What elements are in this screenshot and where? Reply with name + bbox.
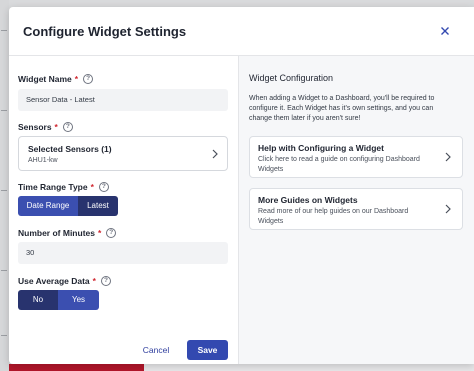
required-mark: * bbox=[90, 182, 94, 192]
number-of-minutes-label: Number of Minutes *? bbox=[18, 228, 117, 238]
time-range-type-label-text: Time Range Type bbox=[18, 182, 88, 192]
guide-title: Help with Configuring a Widget bbox=[258, 143, 384, 153]
sensors-label: Sensors *? bbox=[18, 122, 73, 132]
latest-option[interactable]: Latest bbox=[78, 196, 118, 216]
required-mark: * bbox=[74, 74, 79, 84]
guide-description: Read more of our help guides on our Dash… bbox=[258, 208, 409, 225]
selected-sensor-name: AHU1-kw bbox=[28, 157, 58, 164]
help-icon[interactable]: ? bbox=[98, 182, 109, 192]
axis-tick bbox=[1, 190, 7, 191]
settings-form: Widget Name *? Sensor Data - Latest Senso… bbox=[9, 56, 237, 364]
axis-tick bbox=[1, 110, 7, 111]
time-range-type-toggle: Date Range Latest bbox=[18, 196, 118, 216]
modal-title: Configure Widget Settings bbox=[23, 24, 187, 39]
guide-card-configuring-widget[interactable]: Help with Configuring a Widget Click her… bbox=[249, 136, 463, 178]
widget-configuration-panel: Widget Configuration When adding a Widge… bbox=[238, 56, 474, 364]
time-range-type-label: Time Range Type *? bbox=[18, 182, 109, 192]
selected-sensors-title: Selected Sensors (1) bbox=[28, 144, 112, 154]
sensors-label-text: Sensors bbox=[18, 122, 52, 132]
panel-title: Widget Configuration bbox=[249, 73, 334, 83]
chevron-right-icon bbox=[445, 204, 451, 214]
background-dashboard-strip bbox=[144, 364, 474, 371]
selected-sensors-card[interactable]: Selected Sensors (1) AHU1-kw bbox=[18, 136, 228, 171]
widget-name-label: Widget Name *? bbox=[18, 74, 94, 84]
panel-description: When adding a Widget to a Dashboard, you… bbox=[249, 95, 435, 122]
modal-header: Configure Widget Settings bbox=[9, 7, 474, 56]
axis-tick bbox=[1, 335, 7, 336]
axis-tick bbox=[1, 270, 7, 271]
help-icon[interactable]: ? bbox=[62, 122, 73, 132]
use-average-data-toggle: No Yes bbox=[18, 290, 99, 310]
chevron-right-icon bbox=[445, 152, 451, 162]
background-chart-bar bbox=[9, 364, 144, 371]
number-of-minutes-label-text: Number of Minutes bbox=[18, 228, 95, 238]
number-of-minutes-input[interactable]: 30 bbox=[18, 242, 228, 264]
widget-name-input[interactable]: Sensor Data - Latest bbox=[18, 89, 228, 111]
date-range-option[interactable]: Date Range bbox=[18, 196, 78, 216]
background-dashboard-edge bbox=[0, 0, 9, 371]
axis-tick bbox=[1, 30, 7, 31]
guide-card-more-guides[interactable]: More Guides on Widgets Read more of our … bbox=[249, 188, 463, 230]
required-mark: * bbox=[97, 228, 102, 238]
help-icon[interactable]: ? bbox=[83, 74, 94, 84]
help-icon[interactable]: ? bbox=[106, 228, 117, 238]
widget-name-label-text: Widget Name bbox=[18, 74, 72, 84]
guide-title: More Guides on Widgets bbox=[258, 195, 358, 205]
use-average-data-label: Use Average Data *? bbox=[18, 276, 111, 286]
cancel-button[interactable]: Cancel bbox=[136, 340, 176, 360]
required-mark: * bbox=[54, 122, 58, 132]
chevron-right-icon bbox=[212, 149, 218, 159]
configure-widget-modal: Configure Widget Settings Widget Name *? … bbox=[9, 7, 474, 364]
save-button[interactable]: Save bbox=[187, 340, 228, 360]
no-option[interactable]: No bbox=[18, 290, 58, 310]
required-mark: * bbox=[92, 276, 96, 286]
use-average-data-label-text: Use Average Data bbox=[18, 276, 90, 286]
close-icon[interactable] bbox=[438, 24, 452, 38]
help-icon[interactable]: ? bbox=[100, 276, 111, 286]
guide-description: Click here to read a guide on configurin… bbox=[258, 156, 420, 173]
yes-option[interactable]: Yes bbox=[58, 290, 99, 310]
